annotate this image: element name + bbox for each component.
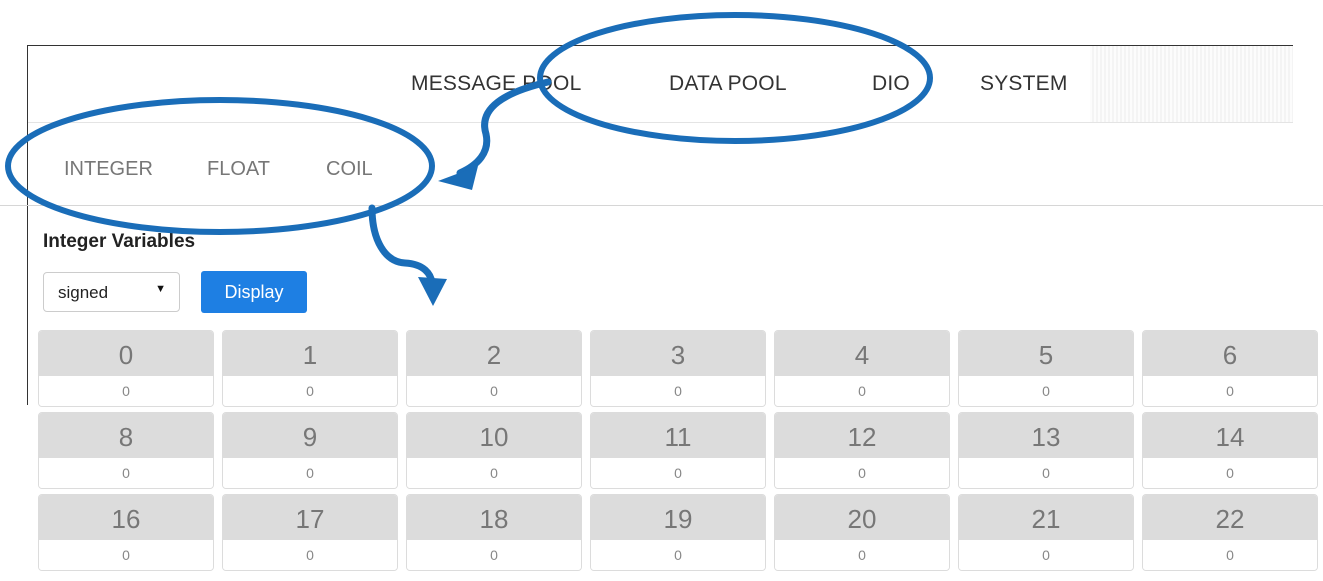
variable-value: 0: [407, 540, 581, 570]
variable-cell[interactable]: 50: [958, 330, 1134, 407]
annotation-arrowhead-2: [418, 277, 447, 306]
nav-dio[interactable]: DIO: [872, 72, 910, 96]
variable-cell[interactable]: 20 0: [774, 494, 950, 571]
variable-value: 0: [39, 540, 213, 570]
variable-value: 0: [775, 376, 949, 406]
navbar-divider: [28, 122, 1293, 123]
variable-index: 11: [591, 413, 765, 458]
nav-system[interactable]: SYSTEM: [980, 72, 1068, 96]
variable-index: 20: [775, 495, 949, 540]
variable-value: 0: [223, 458, 397, 488]
variable-cell[interactable]: 12 0: [774, 412, 950, 489]
variable-cell[interactable]: 10 0: [406, 412, 582, 489]
variable-index: 4: [775, 331, 949, 376]
subnav-float[interactable]: FLOAT: [207, 158, 270, 181]
variable-cell[interactable]: 19 0: [590, 494, 766, 571]
variable-value: 0: [39, 458, 213, 488]
variable-value: 0: [591, 376, 765, 406]
variable-cell[interactable]: 60: [1142, 330, 1318, 407]
variable-cell[interactable]: 21 0: [958, 494, 1134, 571]
variable-cell[interactable]: 13 0: [958, 412, 1134, 489]
subnav-coil[interactable]: COIL: [326, 158, 373, 181]
annotation-arrowhead-1: [438, 166, 478, 190]
sign-type-select[interactable]: signed ▼: [43, 272, 180, 312]
variable-index: 22: [1143, 495, 1317, 540]
variable-index: 19: [591, 495, 765, 540]
subnav-integer[interactable]: INTEGER: [64, 158, 153, 181]
variable-cell[interactable]: 20: [406, 330, 582, 407]
sign-type-value: signed: [58, 283, 109, 302]
integer-variables-grid: 0 0 1 0 2 0 3 0 4 0 5 0 6 0 8 0 9 0 10 0 11 0 12 0 13 0 14 0 16 0 17 0 1…: [38, 330, 1318, 571]
variable-value: 0: [223, 540, 397, 570]
variable-value: 0: [1143, 458, 1317, 488]
variable-cell[interactable]: 80: [38, 412, 214, 489]
variable-cell[interactable]: 11 0: [590, 412, 766, 489]
variable-index: 13: [959, 413, 1133, 458]
variable-value: 0: [1143, 376, 1317, 406]
variable-index: 3: [591, 331, 765, 376]
variable-index: 16: [39, 495, 213, 540]
variable-value: 0: [959, 458, 1133, 488]
variable-cell[interactable]: 14 0: [1142, 412, 1318, 489]
nav-data-pool[interactable]: DATA POOL: [669, 72, 787, 96]
variable-cell[interactable]: 22 0: [1142, 494, 1318, 571]
variable-cell[interactable]: 30: [590, 330, 766, 407]
variable-cell[interactable]: 00: [38, 330, 214, 407]
variable-cell[interactable]: 10: [222, 330, 398, 407]
variable-index: 2: [407, 331, 581, 376]
variable-value: 0: [407, 376, 581, 406]
variable-value: 0: [407, 458, 581, 488]
navbar-fade: [1090, 46, 1293, 122]
variable-index: 0: [39, 331, 213, 376]
variable-index: 8: [39, 413, 213, 458]
variable-cell[interactable]: 17 0: [222, 494, 398, 571]
variable-value: 0: [591, 458, 765, 488]
variable-index: 14: [1143, 413, 1317, 458]
section-title: Integer Variables: [43, 231, 196, 252]
display-button[interactable]: Display: [201, 271, 307, 313]
variable-index: 17: [223, 495, 397, 540]
variable-index: 9: [223, 413, 397, 458]
nav-message-pool[interactable]: MESSAGE POOL: [411, 72, 581, 96]
variable-index: 21: [959, 495, 1133, 540]
caret-down-icon: ▼: [155, 283, 166, 295]
variable-value: 0: [223, 376, 397, 406]
variable-index: 10: [407, 413, 581, 458]
variable-value: 0: [1143, 540, 1317, 570]
variable-value: 0: [775, 540, 949, 570]
variable-index: 5: [959, 331, 1133, 376]
variable-cell[interactable]: 18 0: [406, 494, 582, 571]
variable-value: 0: [775, 458, 949, 488]
variable-index: 12: [775, 413, 949, 458]
variable-cell[interactable]: 40: [774, 330, 950, 407]
subnav-divider: [0, 205, 1323, 206]
variable-index: 1: [223, 331, 397, 376]
variable-value: 0: [959, 540, 1133, 570]
variable-cell[interactable]: 90: [222, 412, 398, 489]
variable-value: 0: [39, 376, 213, 406]
variable-cell[interactable]: 16 0: [38, 494, 214, 571]
variable-value: 0: [959, 376, 1133, 406]
annotation-arrow-2: [368, 204, 436, 287]
window-left-border: [27, 45, 28, 405]
variable-value: 0: [591, 540, 765, 570]
variable-index: 18: [407, 495, 581, 540]
variable-index: 6: [1143, 331, 1317, 376]
